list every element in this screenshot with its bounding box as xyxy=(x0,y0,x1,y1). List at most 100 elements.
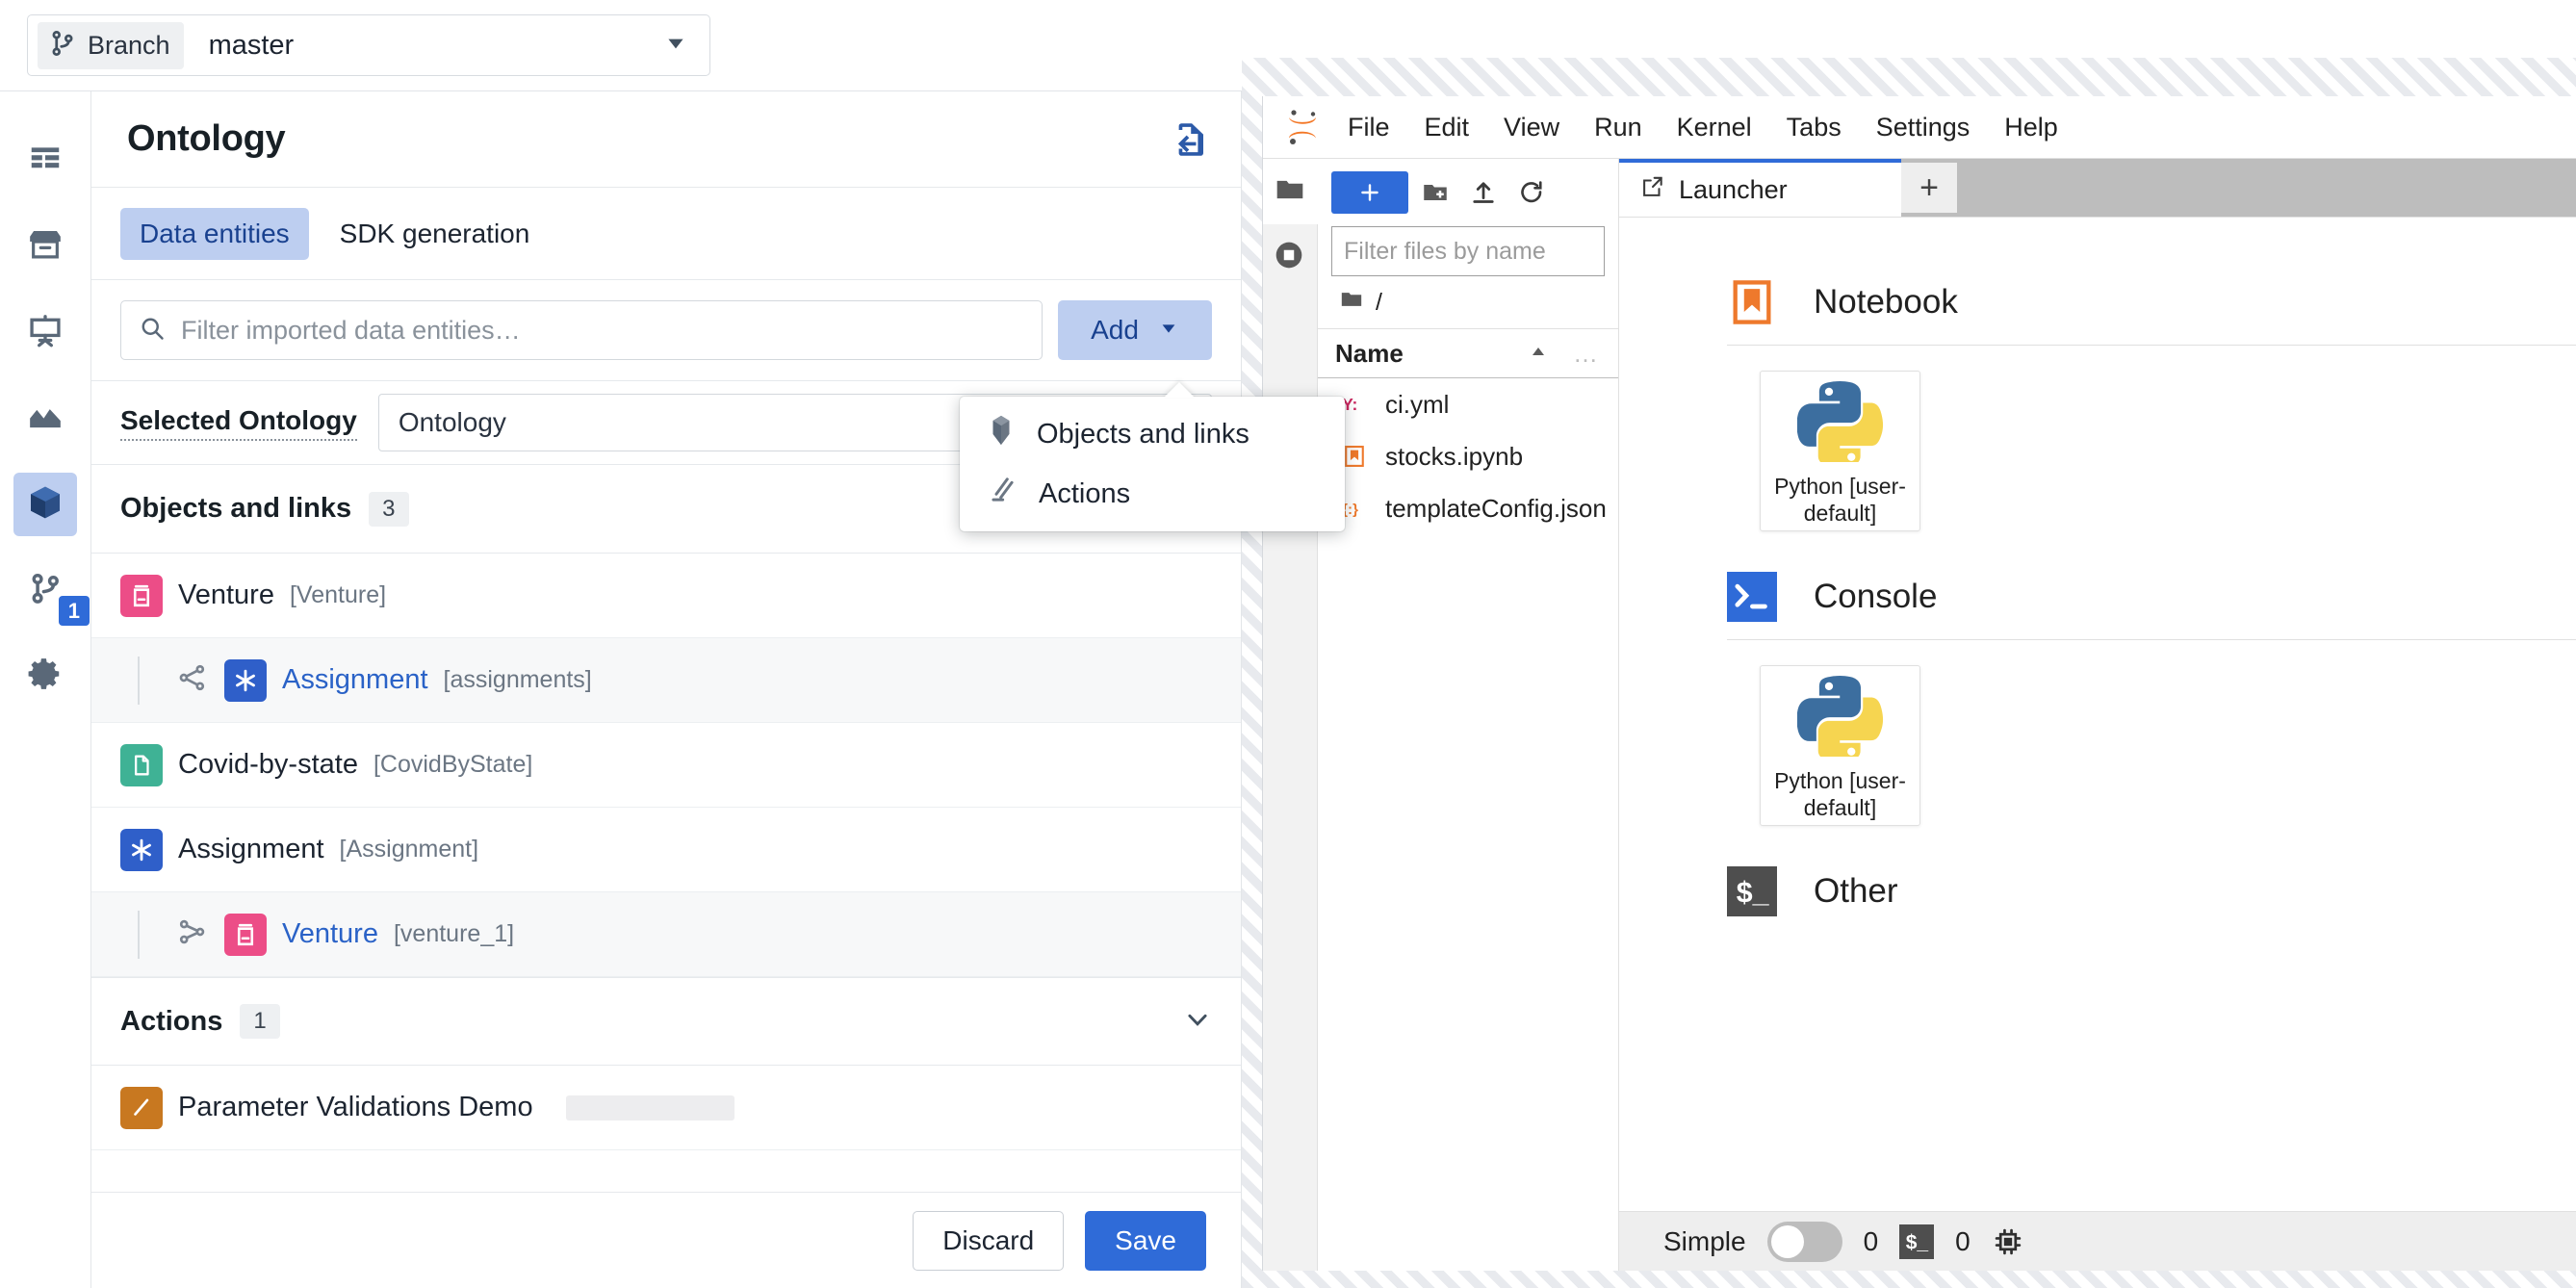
table-row[interactable]: Assignment [assignments] xyxy=(91,638,1241,723)
terminal-count: 0 xyxy=(1955,1225,1971,1256)
entity-name: Covid-by-state xyxy=(178,749,358,780)
menu-item-label: Actions xyxy=(1039,477,1131,509)
jupyter-body: / Name … Y: ci.yml xyxy=(1263,159,2576,1271)
sort-asc-icon[interactable] xyxy=(1527,340,1550,368)
cpu-chip-icon[interactable] xyxy=(1992,1225,2024,1258)
python-icon xyxy=(1795,670,1884,763)
action-slash-icon xyxy=(987,475,1018,513)
menu-run[interactable]: Run xyxy=(1577,107,1660,148)
sidebar-item-area-chart[interactable] xyxy=(13,387,77,451)
launcher-card-label: Python [user-default] xyxy=(1774,767,1906,820)
launcher-section-notebook: Notebook xyxy=(1727,277,2576,327)
branch-chip: Branch xyxy=(38,21,184,69)
presentation-icon xyxy=(27,313,64,354)
terminal-icon[interactable]: $_ xyxy=(1899,1224,1935,1259)
entity-api-name: [assignments] xyxy=(443,666,592,693)
menu-view[interactable]: View xyxy=(1486,107,1577,148)
section-count-badge: 1 xyxy=(240,1004,280,1039)
filter-entities-field[interactable] xyxy=(120,300,1043,360)
table-row[interactable]: Venture [Venture] xyxy=(91,554,1241,638)
jupyter-sidebar-rail xyxy=(1263,159,1318,1271)
left-icon-rail: 1 xyxy=(0,91,91,1288)
launcher-card-notebook-python[interactable]: Python [user-default] xyxy=(1760,371,1920,531)
add-tab-button[interactable]: + xyxy=(1901,163,1957,213)
breadcrumb[interactable]: / xyxy=(1318,276,1618,328)
add-button[interactable]: Add xyxy=(1058,300,1212,360)
search-icon xyxy=(139,315,166,347)
list-item[interactable]: Y: ci.yml xyxy=(1318,378,1618,430)
menu-kernel[interactable]: Kernel xyxy=(1660,107,1769,148)
jupyter-main-area: Launcher + Notebook Python [user-default… xyxy=(1619,159,2576,1271)
tab-sdk-generation[interactable]: SDK generation xyxy=(321,208,550,260)
sidebar-item-ontology[interactable] xyxy=(13,473,77,536)
menu-tabs[interactable]: Tabs xyxy=(1769,107,1859,148)
refresh-icon[interactable] xyxy=(1510,171,1553,214)
tab-launcher[interactable]: Launcher xyxy=(1619,159,1901,217)
file-column-header[interactable]: Name … xyxy=(1318,328,1618,378)
branch-selector[interactable]: Branch master xyxy=(27,14,710,76)
link-graph-icon xyxy=(176,661,209,699)
filter-files-field[interactable] xyxy=(1331,226,1685,276)
sidebar-item-settings[interactable] xyxy=(13,644,77,708)
menu-item-label: Objects and links xyxy=(1037,418,1249,450)
new-launcher-button[interactable] xyxy=(1331,171,1408,214)
indent-guide xyxy=(138,656,140,705)
assignment-icon xyxy=(120,828,163,871)
table-row[interactable]: Venture [venture_1] xyxy=(91,892,1241,977)
menu-help[interactable]: Help xyxy=(1987,107,2075,148)
branch-value: master xyxy=(208,29,295,61)
tab-data-entities[interactable]: Data entities xyxy=(120,207,309,260)
document-export-icon[interactable] xyxy=(1170,119,1210,160)
breadcrumb-path: / xyxy=(1376,288,1382,316)
entity-api-name: [CovidByState] xyxy=(373,751,533,778)
list-item[interactable]: {:} templateConfig.json xyxy=(1318,482,1618,534)
link-cut-icon xyxy=(176,915,209,953)
table-row[interactable]: Covid-by-state [CovidByState] xyxy=(91,723,1241,808)
simple-mode-toggle[interactable] xyxy=(1766,1221,1842,1262)
simple-mode-label: Simple xyxy=(1663,1225,1746,1256)
menu-edit[interactable]: Edit xyxy=(1407,107,1487,148)
upload-icon[interactable] xyxy=(1462,171,1505,214)
search-input[interactable] xyxy=(181,315,1024,346)
launcher-section-title: Console xyxy=(1814,578,1938,615)
entity-list: Venture [Venture] Assignment [assignment… xyxy=(91,554,1241,1192)
chevron-down-icon[interactable] xyxy=(1183,1005,1212,1039)
launcher-card-console-python[interactable]: Python [user-default] xyxy=(1760,665,1920,826)
chevron-down-icon[interactable] xyxy=(663,31,688,61)
column-options-icon[interactable]: … xyxy=(1573,339,1601,369)
save-button[interactable]: Save xyxy=(1085,1210,1206,1271)
menu-item-actions[interactable]: Actions xyxy=(960,464,1345,524)
section-title: Objects and links xyxy=(120,493,352,524)
section-actions: Actions 1 xyxy=(91,977,1241,1066)
folder-icon xyxy=(1274,173,1306,211)
new-folder-icon[interactable] xyxy=(1414,171,1456,214)
jupyter-logo-icon xyxy=(1275,105,1330,149)
kernel-count: 0 xyxy=(1863,1225,1879,1256)
file-name: templateConfig.json xyxy=(1385,493,1607,523)
chevron-down-icon xyxy=(1158,315,1179,346)
redacted-text xyxy=(565,1095,734,1121)
sidebar-item-running[interactable] xyxy=(1263,224,1318,290)
list-item[interactable]: stocks.ipynb xyxy=(1318,430,1618,482)
branch-chip-label: Branch xyxy=(88,30,170,60)
launcher-card-label: Python [user-default] xyxy=(1774,473,1906,526)
menu-item-objects-and-links[interactable]: Objects and links xyxy=(960,404,1345,464)
column-header-name: Name xyxy=(1335,338,1404,368)
sidebar-item-file-browser[interactable] xyxy=(1263,159,1318,224)
add-button-label: Add xyxy=(1091,315,1139,345)
tab-bar: Launcher + xyxy=(1619,159,2576,217)
menu-file[interactable]: File xyxy=(1330,107,1407,148)
sidebar-item-table[interactable] xyxy=(13,130,77,193)
discard-button[interactable]: Discard xyxy=(913,1210,1065,1271)
file-browser-toolbar xyxy=(1318,159,1618,226)
file-filter-input[interactable] xyxy=(1344,237,1654,266)
tab-label: Launcher xyxy=(1679,174,1788,204)
sidebar-item-branches[interactable]: 1 xyxy=(13,558,90,626)
sidebar-item-archive[interactable] xyxy=(13,216,77,279)
menu-settings[interactable]: Settings xyxy=(1859,107,1988,148)
divider xyxy=(1727,345,2576,346)
table-row[interactable]: Assignment [Assignment] xyxy=(91,808,1241,892)
venture-icon xyxy=(120,574,163,617)
sidebar-item-presentation[interactable] xyxy=(13,301,77,365)
list-item[interactable]: Parameter Validations Demo xyxy=(91,1066,1241,1150)
